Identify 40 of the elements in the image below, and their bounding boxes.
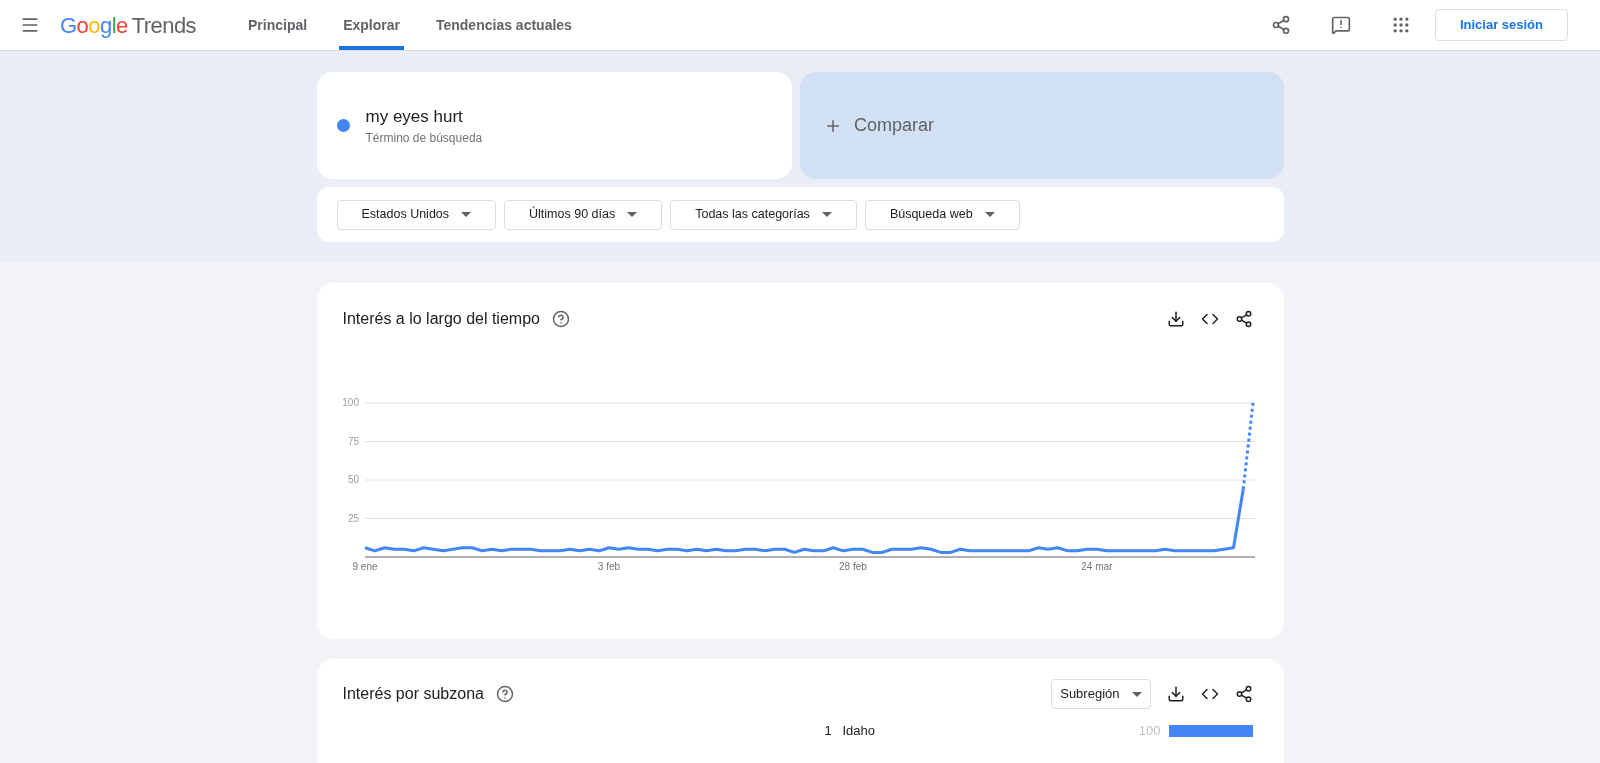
search-term-caption: Término de búsqueda <box>365 130 483 148</box>
download-icon[interactable] <box>1166 685 1185 703</box>
filter-dropdown[interactable]: Últimos 90 días <box>504 199 663 230</box>
y-tick-label: 25 <box>347 512 359 524</box>
caret-icon <box>984 212 995 217</box>
sign-in-button[interactable]: Iniciar sesión <box>1434 9 1568 41</box>
card-title: Interés por subzona <box>342 684 484 704</box>
share-icon[interactable] <box>1234 685 1253 703</box>
feedback-icon[interactable] <box>1330 15 1351 35</box>
caret-icon <box>821 212 832 217</box>
search-term: my eyes hurt <box>365 105 464 128</box>
card-title: Interés a lo largo del tiempo <box>342 309 540 329</box>
caret-icon <box>461 212 472 217</box>
filter-dropdown[interactable]: Todas las categorías <box>670 199 857 230</box>
download-icon[interactable] <box>1166 310 1185 328</box>
search-term-card[interactable]: my eyes hurt Término de búsqueda <box>316 72 792 179</box>
x-tick-label: 9 ene <box>352 561 377 572</box>
compare-button[interactable]: Comparar <box>800 72 1284 179</box>
nav-tab[interactable]: Tendencias actuales <box>431 0 576 50</box>
filter-dropdown[interactable]: Estados Unidos <box>336 199 497 230</box>
nav-tab[interactable]: Principal <box>244 0 312 50</box>
region-value: 100 <box>1138 722 1161 740</box>
subregion-dropdown[interactable]: Subregión <box>1051 679 1151 709</box>
caret-icon <box>627 212 638 217</box>
y-tick-label: 75 <box>347 435 359 447</box>
x-tick-label: 24 mar <box>1080 561 1112 572</box>
caret-icon <box>1131 691 1142 697</box>
x-tick-label: 28 feb <box>838 561 867 572</box>
rank-number: 1 <box>824 722 833 740</box>
share-icon[interactable] <box>1270 15 1291 35</box>
region-name[interactable]: Idaho <box>842 721 876 741</box>
x-tick-label: 3 feb <box>597 561 620 572</box>
menu-icon[interactable] <box>20 15 40 35</box>
logo[interactable]: Google Trends <box>60 8 196 42</box>
filter-dropdown[interactable]: Búsqueda web <box>864 199 1020 230</box>
y-tick-label: 100 <box>341 397 359 408</box>
share-icon[interactable] <box>1234 310 1253 328</box>
help-icon[interactable] <box>495 685 514 703</box>
y-tick-label: 50 <box>347 474 359 485</box>
help-icon[interactable] <box>551 310 570 328</box>
